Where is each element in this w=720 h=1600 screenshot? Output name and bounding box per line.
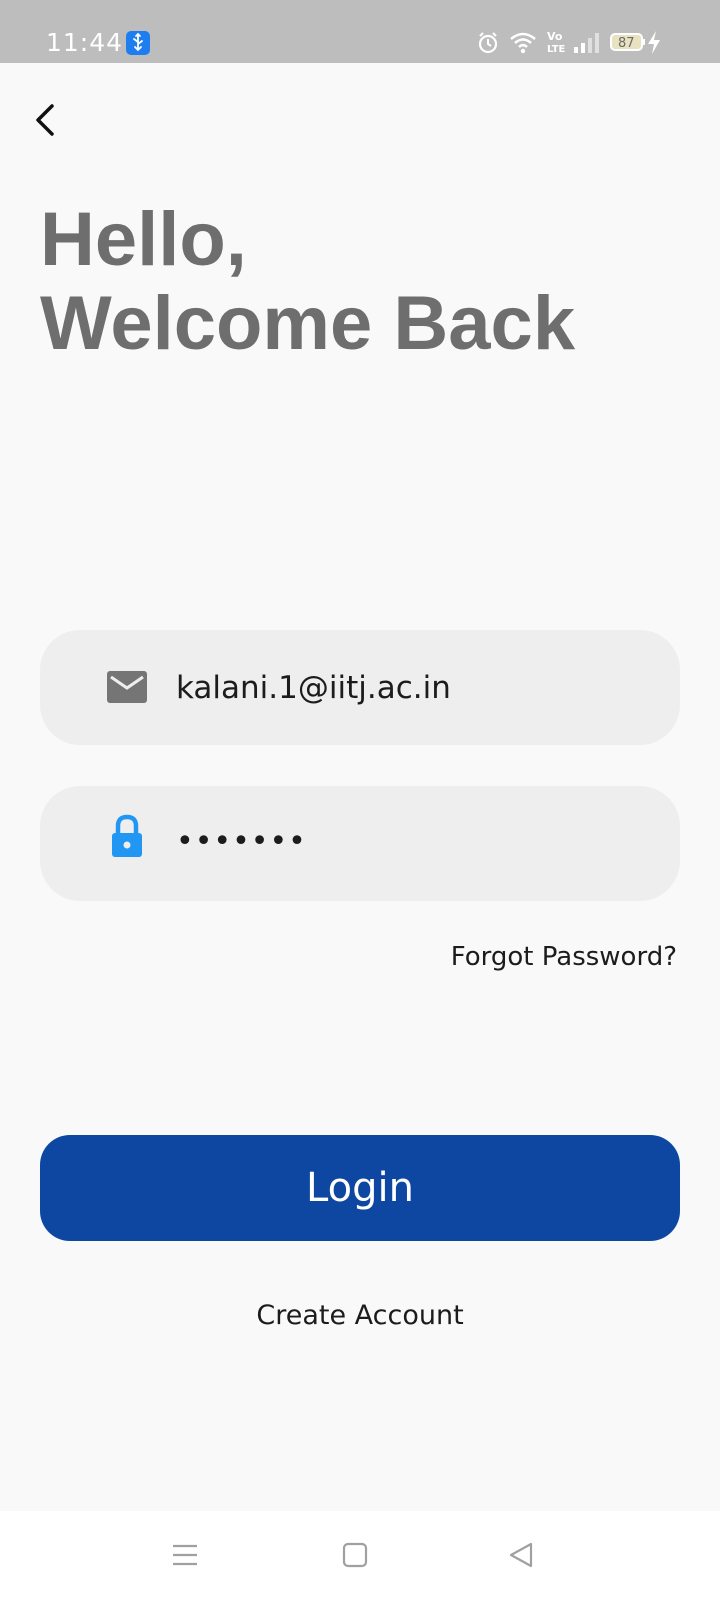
alarm-icon [478,32,498,54]
wifi-icon [510,32,536,54]
signal-icon [574,33,599,53]
svg-text:LTE: LTE [547,44,566,55]
home-icon[interactable] [340,1540,370,1570]
forgot-password-link[interactable]: Forgot Password? [451,942,677,972]
password-field[interactable]: ••••••• [40,786,680,901]
email-field[interactable]: kalani.1@iitj.ac.in [40,630,680,745]
charging-icon [648,31,660,54]
password-value: ••••••• [176,824,307,859]
login-button[interactable]: Login [40,1135,680,1241]
greeting-line-2: Welcome Back [40,281,576,366]
battery-level: 87 [618,36,635,51]
welcome-heading: Hello, Welcome Back [40,198,575,366]
battery-icon: 87 [610,33,645,51]
status-bar: 11:44 Vo LTE 87 [0,0,720,63]
back-arrow-icon [36,104,54,136]
login-button-label: Login [306,1165,414,1211]
svg-text:Vo: Vo [547,30,563,43]
status-time: 11:44 [46,28,124,57]
volte-icon: Vo LTE [547,30,566,55]
email-value: kalani.1@iitj.ac.in [176,669,451,706]
lock-icon [112,814,142,857]
back-button[interactable] [28,96,68,144]
back-icon[interactable] [506,1540,536,1570]
usb-icon [126,31,150,55]
greeting-line-1: Hello, [40,197,247,282]
menu-icon[interactable] [170,1540,200,1570]
mail-icon [107,671,147,703]
create-account-link[interactable]: Create Account [0,1300,720,1331]
